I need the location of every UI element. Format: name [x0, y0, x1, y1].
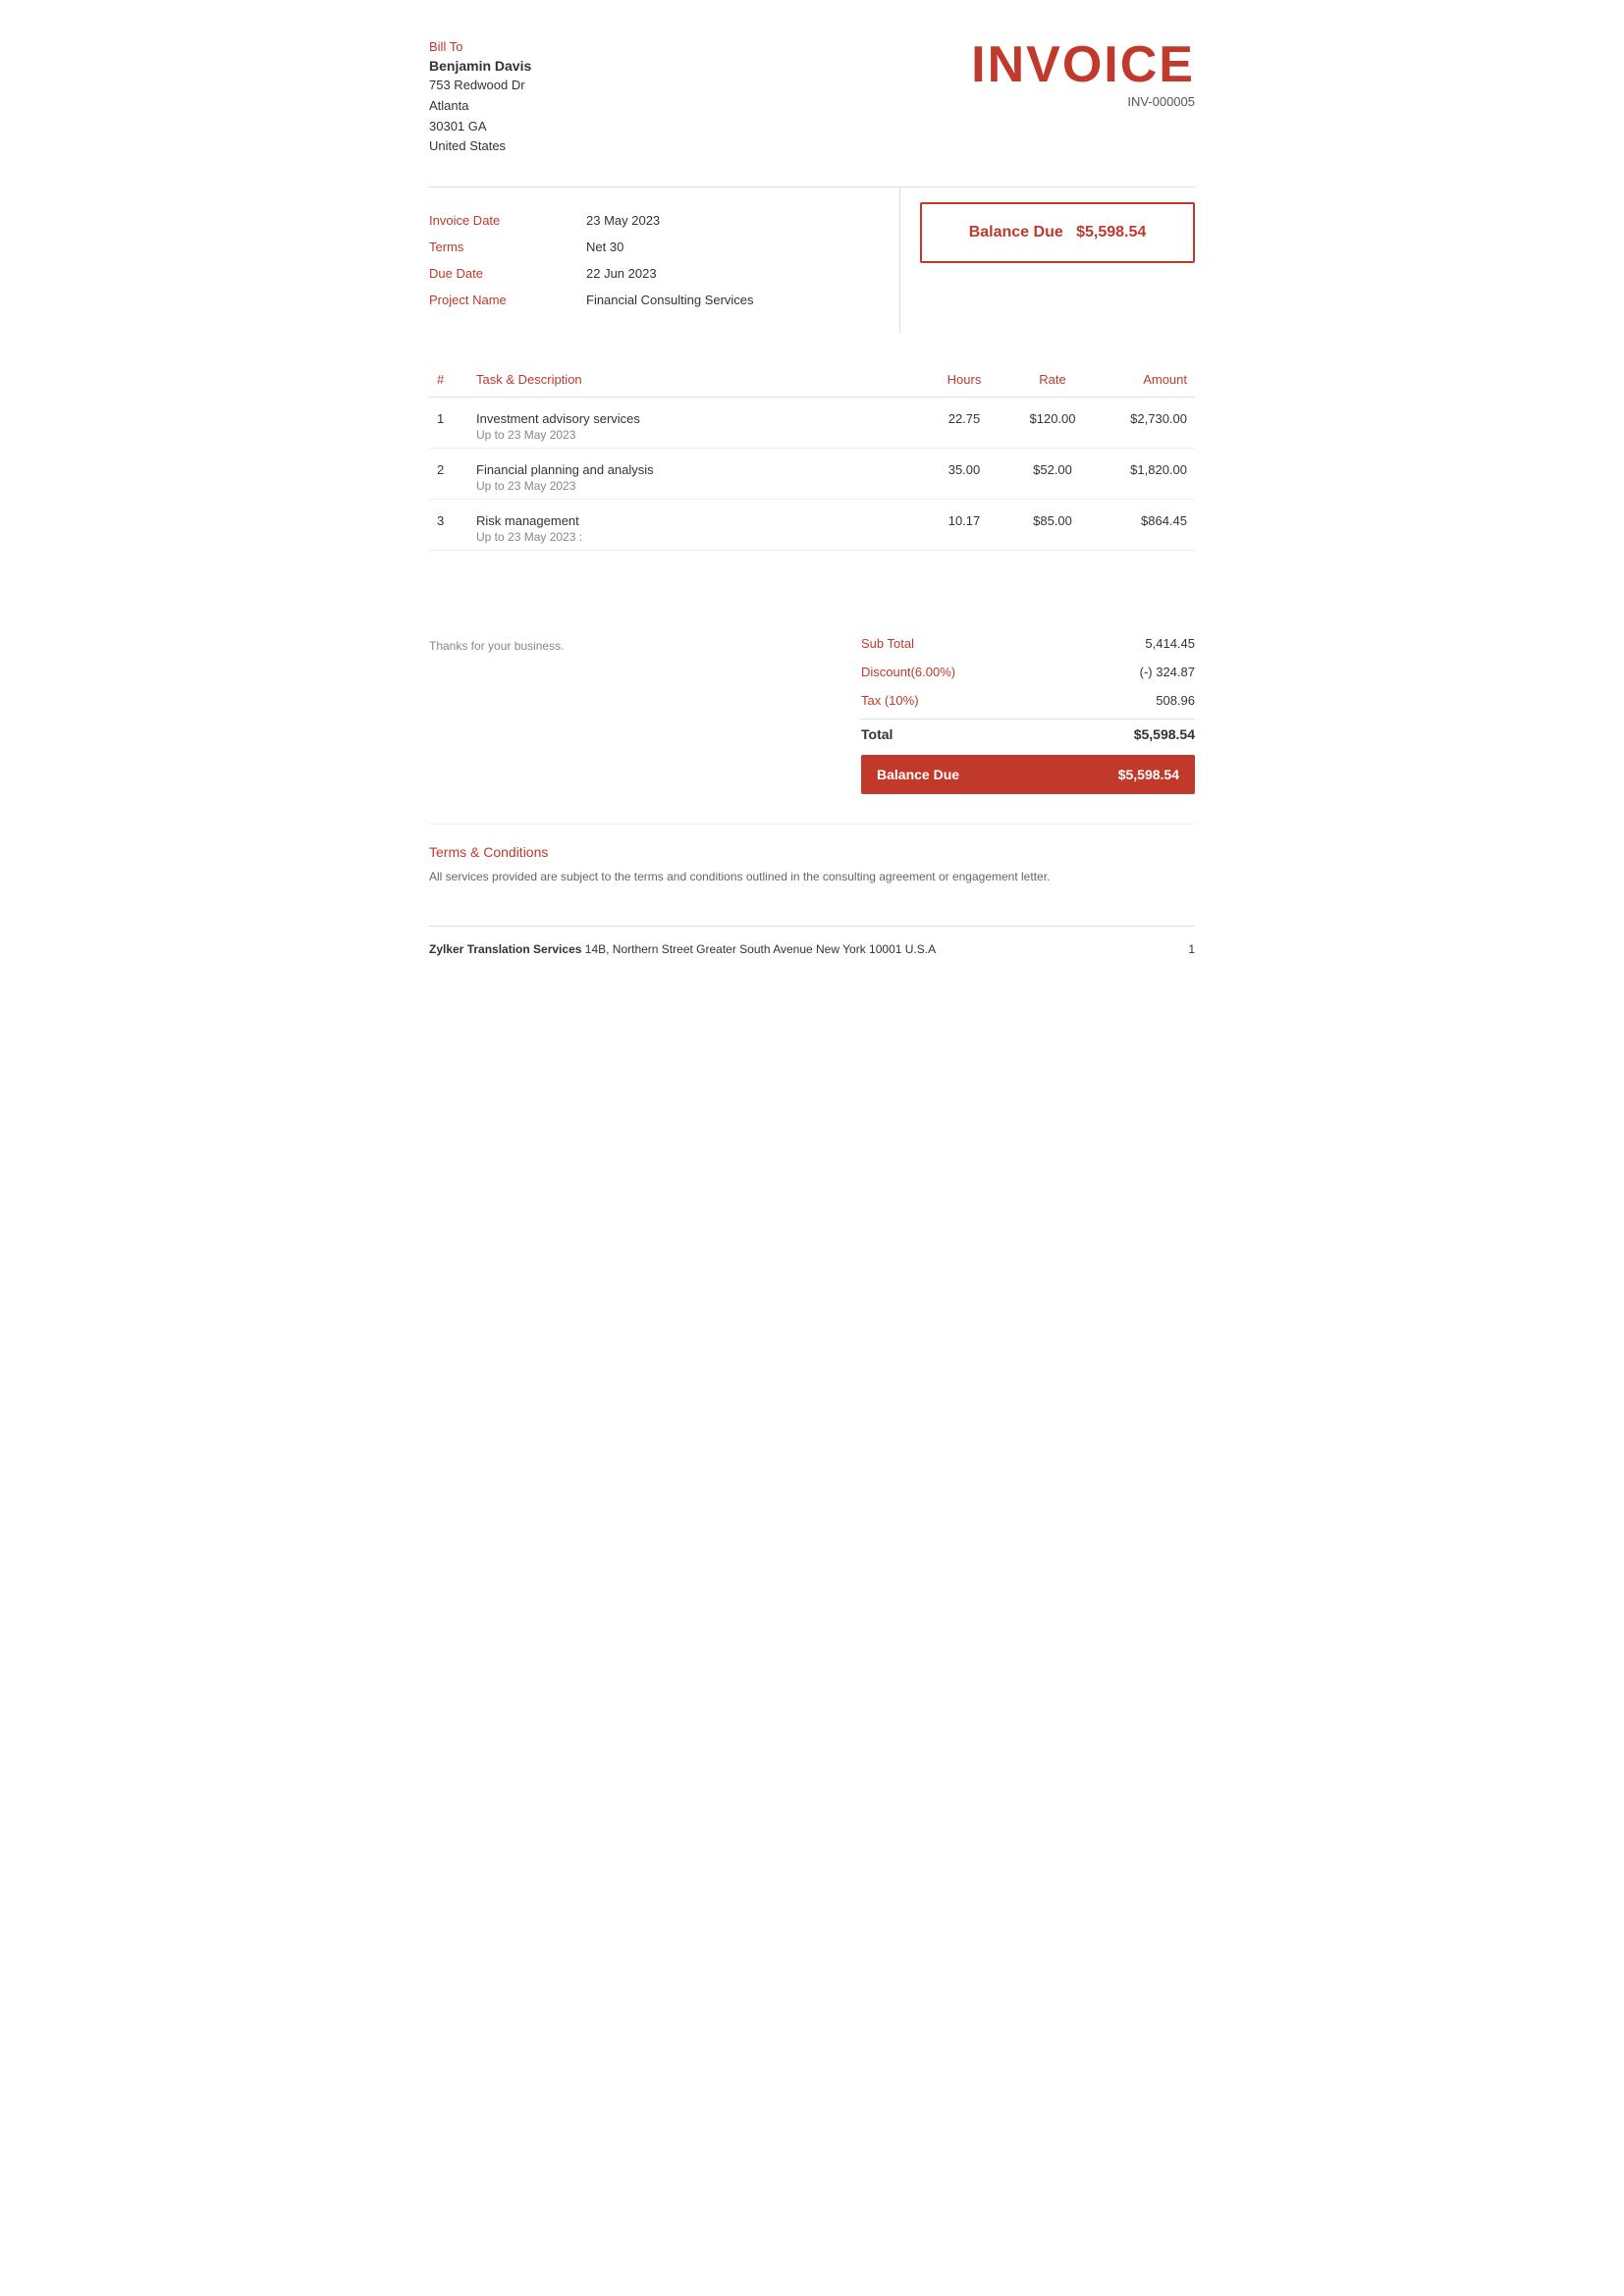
footer-company: Zylker Translation Services 14B, Norther… — [429, 942, 936, 956]
totals-table: Sub Total 5,414.45 Discount(6.00%) (-) 3… — [861, 629, 1195, 794]
footer-page-number: 1 — [1188, 942, 1195, 956]
terms-section: Terms & Conditions All services provided… — [429, 824, 1195, 886]
item-num-2: 3 — [429, 500, 468, 551]
info-table: Invoice Date 23 May 2023 Terms Net 30 Du… — [429, 187, 900, 333]
address-zip-state: 30301 GA — [429, 117, 531, 137]
item-title-1: Financial planning and analysis — [476, 462, 912, 477]
bill-to-address: 753 Redwood Dr Atlanta 30301 GA United S… — [429, 76, 531, 157]
col-rate-header: Rate — [1008, 362, 1097, 398]
balance-due-box: Balance Due $5,598.54 — [920, 202, 1195, 263]
table-header-row: # Task & Description Hours Rate Amount — [429, 362, 1195, 398]
table-row: 1 Investment advisory services Up to 23 … — [429, 398, 1195, 449]
item-desc-1: Financial planning and analysis Up to 23… — [468, 449, 920, 500]
footer-company-name: Zylker Translation Services — [429, 942, 581, 956]
item-desc-2: Risk management Up to 23 May 2023 : — [468, 500, 920, 551]
item-hours-2: 10.17 — [920, 500, 1008, 551]
invoice-title-block: INVOICE INV-000005 — [971, 39, 1195, 109]
footer-address-text: 14B, Northern Street Greater South Avenu… — [585, 942, 936, 956]
item-num-1: 2 — [429, 449, 468, 500]
item-title-2: Risk management — [476, 513, 912, 528]
col-hash-header: # — [429, 362, 468, 398]
item-hours-0: 22.75 — [920, 398, 1008, 449]
project-name-label: Project Name — [429, 293, 586, 307]
item-rate-0: $120.00 — [1008, 398, 1097, 449]
tax-label: Tax (10%) — [861, 693, 919, 708]
item-amount-2: $864.45 — [1097, 500, 1195, 551]
info-balance-section: Invoice Date 23 May 2023 Terms Net 30 Du… — [429, 187, 1195, 333]
balance-due-box-label: Balance Due — [969, 224, 1063, 240]
item-amount-0: $2,730.00 — [1097, 398, 1195, 449]
invoice-date-row: Invoice Date 23 May 2023 — [429, 207, 899, 234]
discount-row: Discount(6.00%) (-) 324.87 — [861, 658, 1195, 686]
col-amount-header: Amount — [1097, 362, 1195, 398]
item-amount-1: $1,820.00 — [1097, 449, 1195, 500]
items-table: # Task & Description Hours Rate Amount 1… — [429, 362, 1195, 551]
item-rate-1: $52.00 — [1008, 449, 1097, 500]
table-row: 3 Risk management Up to 23 May 2023 : 10… — [429, 500, 1195, 551]
discount-label: Discount(6.00%) — [861, 665, 955, 679]
item-rate-2: $85.00 — [1008, 500, 1097, 551]
terms-text: All services provided are subject to the… — [429, 868, 1195, 886]
tax-value: 508.96 — [1156, 693, 1195, 708]
table-row: 2 Financial planning and analysis Up to … — [429, 449, 1195, 500]
item-hours-1: 35.00 — [920, 449, 1008, 500]
col-desc-header: Task & Description — [468, 362, 920, 398]
total-label: Total — [861, 726, 893, 742]
tax-row: Tax (10%) 508.96 — [861, 686, 1195, 715]
invoice-title: INVOICE — [971, 39, 1195, 90]
balance-due-row: Balance Due $5,598.54 — [861, 755, 1195, 794]
header-section: Bill To Benjamin Davis 753 Redwood Dr At… — [429, 39, 1195, 157]
terms-value: Net 30 — [586, 240, 623, 254]
bill-to-block: Bill To Benjamin Davis 753 Redwood Dr At… — [429, 39, 531, 157]
due-date-row: Due Date 22 Jun 2023 — [429, 260, 899, 287]
sub-total-label: Sub Total — [861, 636, 914, 651]
balance-due-row-label: Balance Due — [877, 767, 959, 782]
page-footer: Zylker Translation Services 14B, Norther… — [429, 926, 1195, 956]
terms-label: Terms — [429, 240, 586, 254]
total-value: $5,598.54 — [1134, 726, 1195, 742]
col-hours-header: Hours — [920, 362, 1008, 398]
item-subtitle-2: Up to 23 May 2023 : — [476, 530, 912, 544]
project-name-row: Project Name Financial Consulting Servic… — [429, 287, 899, 313]
due-date-value: 22 Jun 2023 — [586, 266, 657, 281]
item-desc-0: Investment advisory services Up to 23 Ma… — [468, 398, 920, 449]
bill-to-label: Bill To — [429, 39, 531, 54]
discount-value: (-) 324.87 — [1140, 665, 1195, 679]
terms-title: Terms & Conditions — [429, 844, 1195, 860]
invoice-number: INV-000005 — [971, 94, 1195, 109]
invoice-date-label: Invoice Date — [429, 213, 586, 228]
project-name-value: Financial Consulting Services — [586, 293, 754, 307]
address-line1: 753 Redwood Dr — [429, 76, 531, 96]
item-title-0: Investment advisory services — [476, 411, 912, 426]
invoice-date-value: 23 May 2023 — [586, 213, 660, 228]
item-subtitle-0: Up to 23 May 2023 — [476, 428, 912, 442]
bill-to-name: Benjamin Davis — [429, 58, 531, 74]
address-country: United States — [429, 136, 531, 157]
balance-due-row-value: $5,598.54 — [1118, 767, 1179, 782]
balance-due-box-text: Balance Due $5,598.54 — [969, 224, 1147, 241]
sub-total-value: 5,414.45 — [1145, 636, 1195, 651]
thanks-text: Thanks for your business. — [429, 629, 564, 653]
item-num-0: 1 — [429, 398, 468, 449]
footer-section: Thanks for your business. Sub Total 5,41… — [429, 629, 1195, 794]
item-subtitle-1: Up to 23 May 2023 — [476, 479, 912, 493]
total-row: Total $5,598.54 — [861, 719, 1195, 749]
balance-due-box-amount: $5,598.54 — [1076, 224, 1146, 240]
terms-row: Terms Net 30 — [429, 234, 899, 260]
address-city: Atlanta — [429, 96, 531, 117]
sub-total-row: Sub Total 5,414.45 — [861, 629, 1195, 658]
due-date-label: Due Date — [429, 266, 586, 281]
